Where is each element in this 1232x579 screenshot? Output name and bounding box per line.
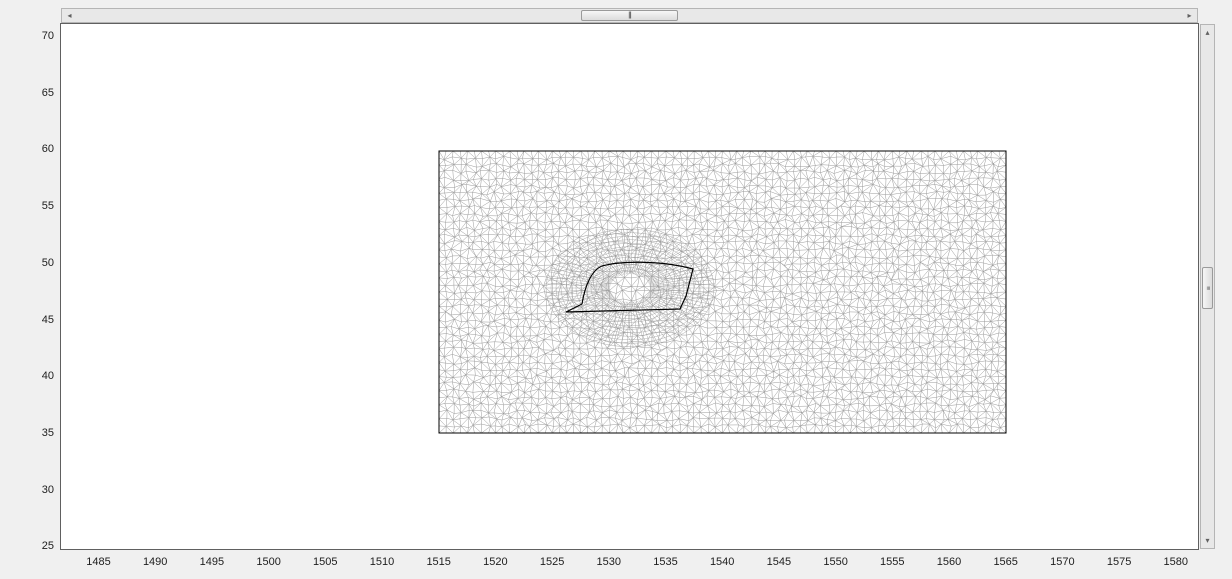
- x-axis-tick-label: 1510: [369, 556, 395, 568]
- y-axis-tick-label: 65: [41, 86, 54, 99]
- x-axis-tick-label: 1540: [709, 556, 735, 568]
- y-axis-tick-label: 45: [41, 313, 54, 326]
- x-axis-tick-label: 1495: [199, 556, 225, 568]
- x-axis-tick-label: 1555: [880, 556, 905, 568]
- x-axis-tick-label: 1550: [823, 556, 848, 568]
- x-axis-tick-label: 1535: [653, 556, 678, 568]
- x-axis-tick-label: 1485: [86, 556, 111, 568]
- x-axis-tick-label: 1490: [142, 556, 168, 568]
- y-axis-tick-label: 50: [41, 256, 54, 269]
- y-axis-tick-label: 55: [41, 200, 54, 213]
- x-axis-tick-label: 1565: [993, 556, 1018, 568]
- mesh-lines: [439, 151, 1006, 433]
- x-axis-tick-label: 1505: [313, 556, 338, 568]
- y-axis-tick-label: 35: [41, 426, 54, 439]
- y-axis-tick-label: 25: [41, 540, 54, 553]
- x-axis-tick-label: 1545: [766, 556, 792, 568]
- x-axis-tick-label: 1570: [1050, 556, 1075, 568]
- x-axis-tick-label: 1515: [426, 556, 451, 568]
- y-axis-tick-label: 70: [41, 30, 54, 42]
- x-axis-tick-label: 1520: [483, 556, 508, 568]
- x-axis-tick-label: 1560: [936, 556, 962, 568]
- x-axis-tick-label: 1530: [596, 556, 622, 568]
- mesh-drawing: [438, 150, 1007, 434]
- y-axis-tick-label: 60: [41, 143, 54, 156]
- x-axis-tick-label: 1575: [1106, 556, 1132, 568]
- x-axis-tick-label: 1580: [1163, 556, 1189, 568]
- triangular-mesh: [439, 151, 1006, 433]
- y-axis-tick-label: 40: [41, 370, 54, 383]
- y-axis-tick-label: 30: [41, 483, 54, 496]
- x-axis-tick-label: 1525: [539, 556, 565, 568]
- x-axis-tick-label: 1500: [256, 556, 281, 568]
